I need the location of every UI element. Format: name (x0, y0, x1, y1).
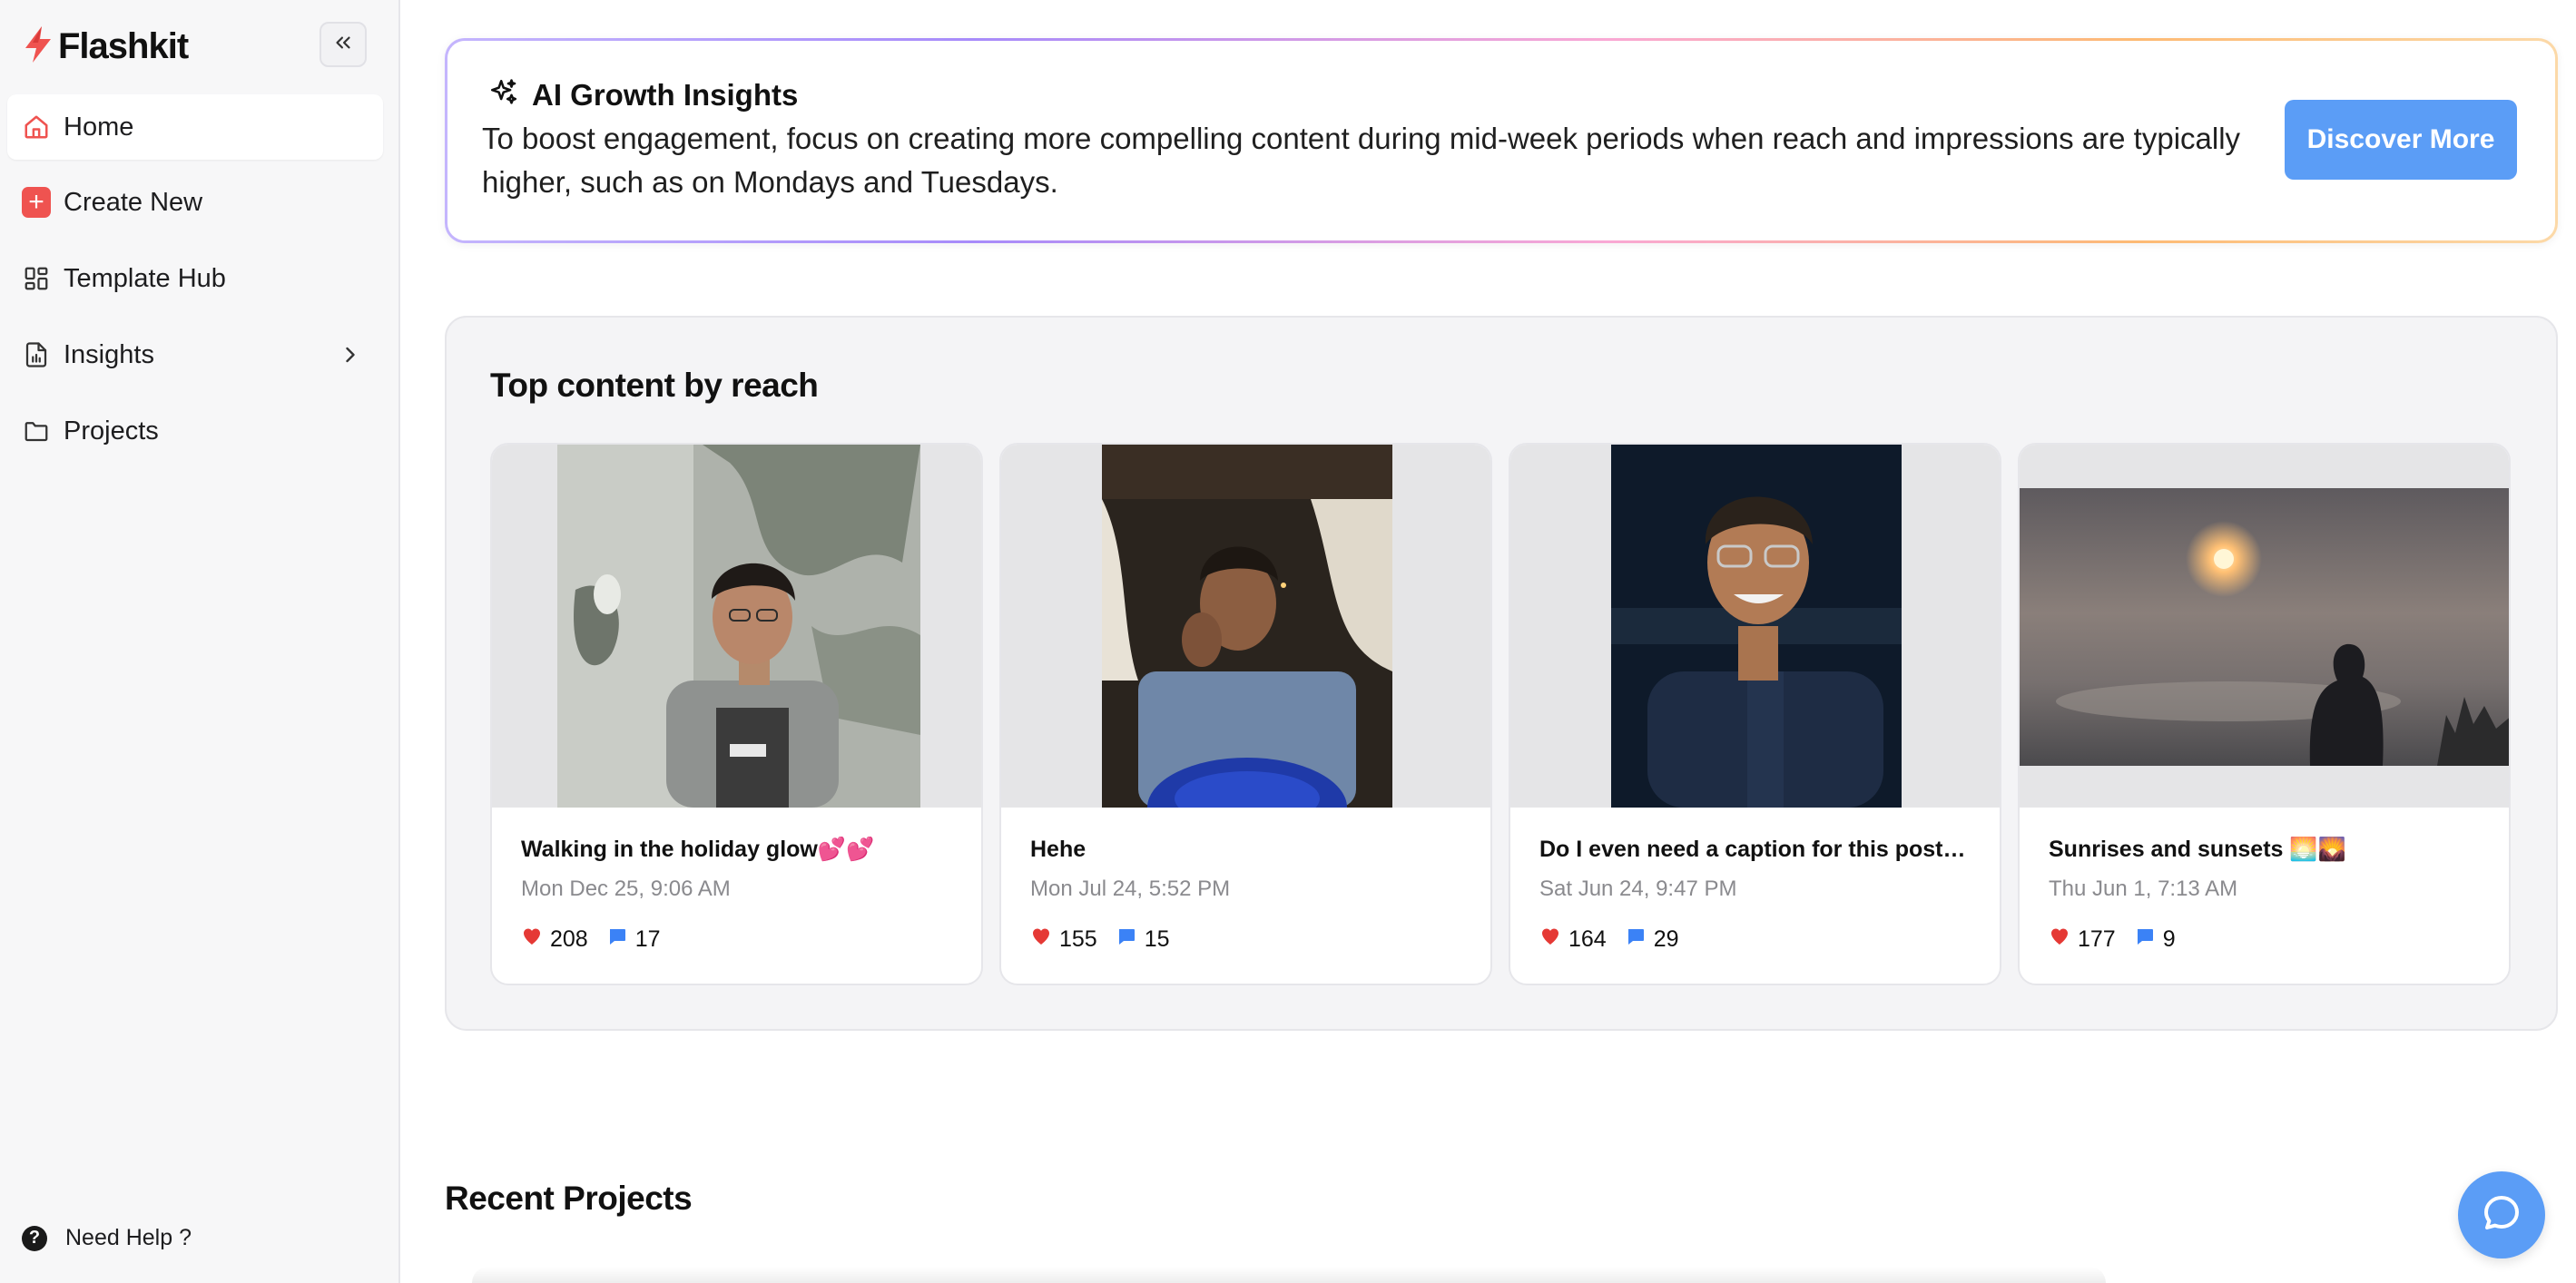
comment-icon (1116, 926, 1137, 954)
sidebar-item-template-hub[interactable]: Template Hub (7, 246, 383, 311)
insight-text: To boost engagement, focus on creating m… (482, 122, 2241, 199)
chat-support-button[interactable] (2458, 1171, 2545, 1259)
heart-icon (521, 926, 543, 954)
likes-count: 177 (2078, 926, 2116, 952)
post-date: Mon Jul 24, 5:52 PM (1030, 877, 1231, 901)
sidebar-item-label: Projects (64, 416, 159, 446)
post-thumbnail (2020, 445, 2509, 808)
comments-count: 15 (1144, 926, 1170, 952)
chevrons-left-icon (331, 31, 355, 59)
comments-count: 17 (634, 926, 661, 952)
sidebar-item-insights[interactable]: Insights (7, 322, 383, 387)
sidebar-item-label: Insights (64, 339, 154, 369)
post-caption: Sunrises and sunsets 🌅🌄 (2049, 837, 2346, 862)
discover-more-button[interactable]: Discover More (2285, 100, 2517, 180)
app-name: Flashkit (58, 25, 189, 66)
heart-icon (1539, 926, 1561, 954)
chat-bubble-icon (2480, 1191, 2523, 1239)
insight-header: AI Growth Insights (488, 77, 798, 113)
heart-icon (1030, 926, 1052, 954)
likes-count: 208 (550, 926, 588, 952)
post-caption: Do I even need a caption for this post?.… (1539, 837, 1975, 862)
sidebar-item-label: Home (64, 112, 134, 142)
comment-icon (1625, 926, 1647, 954)
section-title: Top content by reach (490, 367, 819, 404)
comments-count: 9 (2162, 926, 2176, 952)
help-circle-icon: ? (22, 1225, 47, 1251)
sidebar-item-create-new[interactable]: + Create New (7, 170, 383, 235)
post-stats: 177 9 (2049, 926, 2176, 954)
likes-count: 164 (1568, 926, 1607, 952)
ai-growth-insights-card: AI Growth Insights To boost engagement, … (445, 38, 2558, 243)
sidebar: Flashkit Home + Create New Template Hub … (0, 0, 400, 1283)
post-card[interactable]: Do I even need a caption for this post?.… (1509, 443, 2001, 985)
post-date: Mon Dec 25, 9:06 AM (521, 877, 731, 901)
sidebar-item-label: Template Hub (64, 263, 226, 293)
sidebar-item-home[interactable]: Home (7, 94, 383, 160)
post-image (2020, 488, 2509, 766)
plus-square-icon: + (22, 187, 51, 218)
post-image (557, 445, 920, 808)
comment-icon (2134, 926, 2156, 954)
collapse-sidebar-button[interactable] (320, 22, 367, 67)
chevron-right-icon (338, 342, 363, 367)
post-card[interactable]: Hehe Mon Jul 24, 5:52 PM 155 15 (999, 443, 1492, 985)
chart-file-icon (22, 340, 51, 369)
post-card[interactable]: Sunrises and sunsets 🌅🌄 Thu Jun 1, 7:13 … (2018, 443, 2511, 985)
comment-icon (606, 926, 628, 954)
comments-count: 29 (1653, 926, 1679, 952)
home-icon (22, 113, 51, 142)
post-image (1102, 445, 1392, 808)
post-thumbnail (1510, 445, 2000, 808)
post-image (1611, 445, 1902, 808)
flashkit-logo-icon (20, 24, 56, 69)
post-stats: 164 29 (1539, 926, 1679, 954)
post-card[interactable]: Walking in the holiday glow💕💕 Mon Dec 25… (490, 443, 983, 985)
sparkles-icon (488, 77, 519, 113)
top-content-section: Top content by reach Walking in the holi… (445, 316, 2558, 1031)
app-logo[interactable]: Flashkit (20, 24, 189, 69)
heart-icon (2049, 926, 2070, 954)
need-help-link[interactable]: ? Need Help ? (22, 1225, 192, 1251)
grid-icon (22, 264, 51, 293)
post-caption: Walking in the holiday glow💕💕 (521, 837, 875, 862)
post-thumbnail (1001, 445, 1490, 808)
recent-projects-title: Recent Projects (445, 1180, 693, 1217)
insight-title: AI Growth Insights (532, 77, 799, 112)
sidebar-item-label: Create New (64, 187, 203, 217)
post-stats: 155 15 (1030, 926, 1170, 954)
recent-projects-card-edge (472, 1267, 2106, 1283)
post-date: Thu Jun 1, 7:13 AM (2049, 877, 2238, 901)
likes-count: 155 (1059, 926, 1097, 952)
sidebar-item-projects[interactable]: Projects (7, 398, 383, 464)
folder-icon (22, 416, 51, 446)
need-help-label: Need Help ? (65, 1225, 192, 1250)
post-caption: Hehe (1030, 837, 1086, 862)
post-thumbnail (492, 445, 981, 808)
post-date: Sat Jun 24, 9:47 PM (1539, 877, 1737, 901)
post-stats: 208 17 (521, 926, 661, 954)
